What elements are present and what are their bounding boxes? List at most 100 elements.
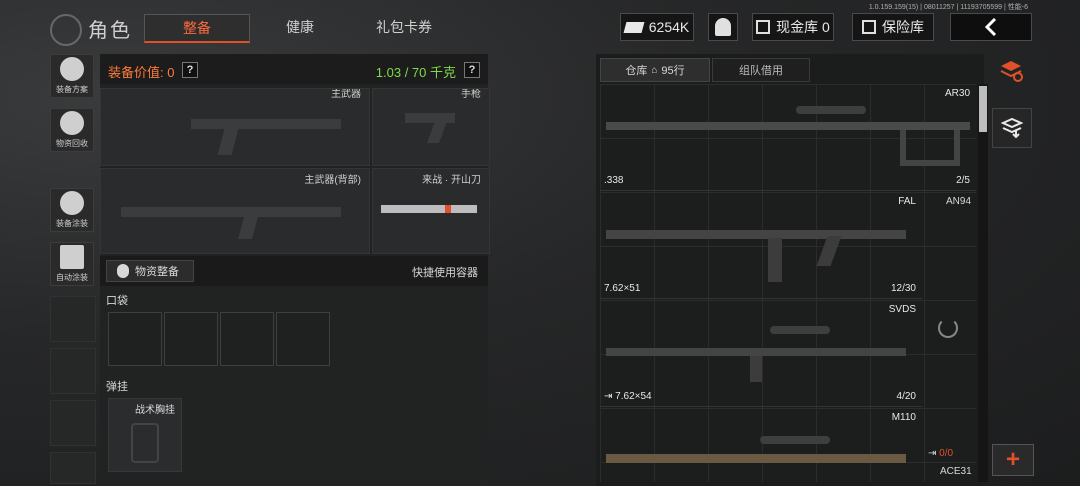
back-button[interactable]: [950, 13, 1032, 41]
machete-accent: [445, 205, 451, 213]
currency-value: 6254K: [648, 19, 690, 35]
helmet-icon: [60, 57, 84, 81]
primary-weapon-slot[interactable]: 主武器: [100, 88, 370, 166]
scrollbar-thumb[interactable]: [979, 86, 987, 132]
sidebar-item-label: 装备方案: [56, 85, 88, 94]
sidebar-item-skin[interactable]: 装备涂装: [50, 188, 94, 232]
supply-icon: [117, 264, 129, 278]
weapon-ammo: 7.62×51: [604, 283, 641, 294]
melee-slot[interactable]: 来战 · 开山刀: [372, 168, 490, 254]
quick-container-label[interactable]: 快捷使用容器: [412, 264, 478, 280]
chevron-left-icon: [984, 18, 997, 36]
sidebar-empty-slot: [50, 348, 96, 394]
scope-icon: [796, 106, 866, 114]
storage-item-an94[interactable]: AN94: [946, 196, 971, 207]
layers-sort-icon: [1000, 61, 1023, 82]
weapon-count: 2/5: [956, 175, 970, 186]
safe-button[interactable]: 保险库: [852, 13, 934, 41]
plus-icon: +: [1005, 446, 1020, 473]
slot-label: 主武器: [331, 89, 361, 100]
warehouse-rows: 95行: [661, 65, 685, 77]
rifle-icon: [606, 230, 906, 239]
warehouse-tab-label: 仓库: [625, 65, 648, 77]
tab-equip[interactable]: 整备: [144, 14, 250, 43]
sidebar-item-auto-skin[interactable]: 自动涂装: [50, 242, 94, 286]
safe-label: 保险库: [882, 19, 924, 35]
stack-button[interactable]: [992, 108, 1032, 148]
sidebar-empty-slot: [50, 296, 96, 342]
layers-download-icon: [1001, 117, 1023, 139]
pocket-slot[interactable]: [108, 312, 162, 366]
weapon-name: AR30: [944, 88, 970, 99]
storage-scrollbar[interactable]: [978, 84, 988, 482]
weapon-ammo: .338: [604, 175, 624, 186]
weapon-count: 12/30: [890, 283, 916, 294]
storage-item-ar30[interactable]: AR30 .338 2/5: [600, 84, 976, 191]
ace31-count: ⇥ 0/0: [928, 448, 954, 459]
storage-item-ace31[interactable]: ACE31: [940, 466, 972, 477]
pistol-slot[interactable]: 手枪: [372, 88, 490, 166]
sidebar-item-label: 装备涂装: [56, 219, 88, 228]
sidebar-item-label: 自动涂装: [56, 273, 88, 282]
weapon-count: 4/20: [896, 391, 916, 402]
pocket-slot[interactable]: [164, 312, 218, 366]
storage-item-svds[interactable]: SVDS ⇥ 7.62×54 4/20: [600, 300, 922, 407]
magazine-icon: [768, 238, 782, 282]
stock-icon: [900, 130, 960, 166]
weight-help-button[interactable]: ?: [464, 62, 480, 78]
currency-display[interactable]: 6254K: [620, 13, 694, 41]
sidebar-item-loadout-plan[interactable]: 装备方案: [50, 54, 94, 98]
sidebar-item-recycle[interactable]: 物资回收: [50, 108, 94, 152]
pocket-slot[interactable]: [220, 312, 274, 366]
primary-back-weapon-slot[interactable]: 主武器(背部): [100, 168, 370, 254]
banknote-icon: [623, 21, 645, 33]
supply-button[interactable]: 物资整备: [106, 260, 194, 282]
version-text: 1.0.159.159(15) | 08011257 | 11193705599…: [868, 4, 1028, 11]
weapon-ammo: ⇥ 7.62×54: [604, 391, 652, 402]
mask-icon: [60, 191, 84, 215]
rifle-silhouette-icon: [121, 207, 341, 217]
ammo-arrow-icon: ⇥: [928, 448, 940, 459]
sniper-rifle-icon: [606, 454, 906, 463]
sidebar-item-label: 物资回收: [56, 139, 88, 148]
scope-icon: [760, 436, 830, 444]
sort-button[interactable]: [992, 52, 1030, 90]
supply-bar: 物资整备 快捷使用容器: [100, 256, 488, 286]
loading-spinner-icon: [938, 318, 958, 338]
machete-icon: [381, 205, 477, 213]
tab-gift-cards[interactable]: 礼包卡券: [352, 14, 456, 40]
pocket-slot[interactable]: [276, 312, 330, 366]
weapon-name: M110: [891, 412, 916, 423]
rig-slot[interactable]: 战术胸挂: [108, 398, 182, 472]
sidebar-empty-slot: [50, 452, 96, 484]
storage-item-fal[interactable]: FAL 7.62×51 12/30: [600, 192, 922, 299]
merchant-icon: [715, 18, 731, 36]
weapon-name: SVDS: [888, 304, 916, 315]
magazine-icon: [750, 356, 762, 382]
sidebar-empty-slot: [50, 400, 96, 446]
rifle-grip-silhouette: [238, 217, 258, 239]
weapon-name: FAL: [898, 196, 916, 207]
merchant-button[interactable]: [708, 13, 738, 41]
rig-label: 弹挂: [106, 381, 128, 393]
logo-icon: [50, 14, 82, 46]
grip-icon: [816, 236, 842, 266]
cash-vault-button[interactable]: 现金库 0: [752, 13, 834, 41]
tab-warehouse[interactable]: 仓库 ⌂ 95行: [600, 58, 710, 82]
slot-label: 来战 · 开山刀: [422, 175, 481, 186]
value-help-button[interactable]: ?: [182, 62, 198, 78]
storage-item-m110[interactable]: M110: [600, 408, 922, 486]
add-button[interactable]: +: [992, 444, 1034, 476]
tab-health[interactable]: 健康: [252, 14, 348, 40]
cash-vault-label: 现金库 0: [776, 19, 830, 35]
loadout-header: 装备价值: 0 ? 1.03 / 70 千克 ?: [100, 54, 488, 84]
tab-team-borrow[interactable]: 组队借用: [712, 58, 810, 82]
vest-icon: [131, 423, 159, 463]
supply-button-label: 物资整备: [135, 266, 179, 278]
scope-icon: [770, 326, 830, 334]
rifle-silhouette-icon: [191, 119, 341, 129]
weight-display: 1.03 / 70 千克: [375, 65, 456, 80]
vault-icon: [756, 20, 771, 34]
rifle-grip-silhouette: [217, 129, 239, 155]
spray-icon: [60, 245, 84, 269]
